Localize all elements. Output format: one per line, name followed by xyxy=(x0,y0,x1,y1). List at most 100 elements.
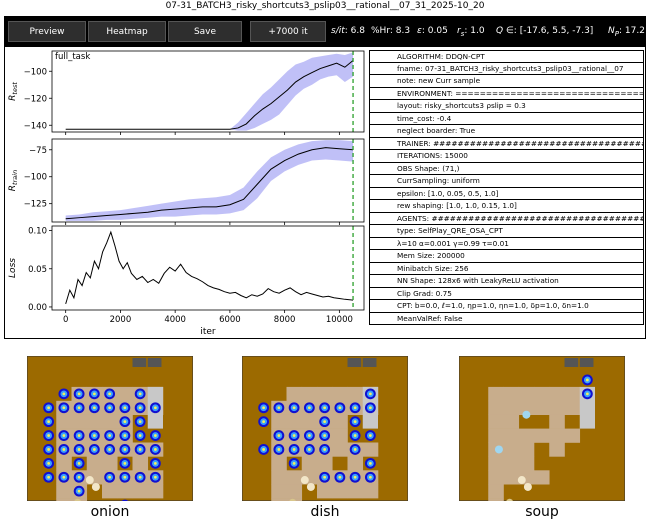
heat-dot-peak xyxy=(47,448,51,451)
floor-tile xyxy=(488,386,504,402)
heat-dot-peak xyxy=(353,420,357,424)
floor-tile xyxy=(347,484,364,499)
config-row: ENVIRONMENT: ===========================… xyxy=(369,87,644,100)
floor-tile xyxy=(564,428,581,443)
heat-dot-peak xyxy=(277,448,281,451)
heat-dot-peak xyxy=(77,475,81,479)
window-title: 07-31_BATCH3_risky_shortcuts3_pslip03__r… xyxy=(165,1,485,11)
grid-onion-heatmap xyxy=(26,355,194,513)
floor-tile xyxy=(317,484,333,499)
caption-onion: onion xyxy=(90,504,130,520)
heat-dot-peak xyxy=(47,420,51,424)
stat-sec-per-it: s/it: 6.8 xyxy=(331,26,365,36)
config-row: OBS Shape: (71,) xyxy=(369,162,644,175)
heat-dot-peak xyxy=(77,448,81,451)
config-row: layout: risky_shortcuts3 ρslip = 0.3 xyxy=(369,100,644,113)
heat-dot-peak xyxy=(292,434,296,437)
floor-tile xyxy=(488,400,504,415)
floor-tile xyxy=(286,414,303,429)
floor-tile xyxy=(86,414,103,429)
heat-dot-peak xyxy=(323,475,327,479)
save-button[interactable]: Save xyxy=(168,21,242,42)
floor-tile xyxy=(332,428,348,443)
x-tick-label: 0 xyxy=(63,315,68,325)
dish-dispenser-icon xyxy=(306,482,315,491)
heat-dot-peak xyxy=(77,461,81,465)
heat-dot-peak xyxy=(262,420,266,424)
y-tick-label: −120 xyxy=(24,94,47,104)
heat-dot-peak xyxy=(123,461,127,465)
floor-tile xyxy=(301,386,318,402)
heat-dot-peak xyxy=(585,378,589,382)
heat-dot-peak xyxy=(92,392,96,396)
heat-dot-peak xyxy=(77,392,81,396)
heat-dot-peak xyxy=(123,448,127,451)
floor-tile xyxy=(564,386,581,402)
heat-dot-peak xyxy=(368,406,372,410)
heat-dot-peak xyxy=(138,392,142,396)
x-tick-label: 10000 xyxy=(326,315,353,325)
floor-tile xyxy=(271,456,287,471)
x-tick-label: 4000 xyxy=(164,315,186,325)
heat-dot-peak xyxy=(338,475,342,479)
heat-dot-peak xyxy=(262,406,266,410)
floor-tile xyxy=(488,428,504,443)
config-row: fname: 07-31_BATCH3_risky_shortcuts3_psl… xyxy=(369,62,644,75)
config-row: Minibatch Size: 256 xyxy=(369,262,644,275)
heat-dot-peak xyxy=(138,406,142,410)
config-row: λ=10 α=0.001 γ=0.99 τ=0.01 xyxy=(369,237,644,250)
heat-dot-peak xyxy=(123,420,127,424)
preview-button[interactable]: Preview xyxy=(8,21,86,42)
floor-tile xyxy=(518,428,535,443)
floor-tile xyxy=(71,414,88,429)
heat-dot-peak xyxy=(47,461,51,465)
heat-dot-peak xyxy=(353,434,357,437)
config-table: ALGORITHM: DDQN-CPT fname: 07-31_BATCH3_r… xyxy=(369,50,644,325)
config-row: Mem Size: 200000 xyxy=(369,250,644,263)
floor-tile xyxy=(86,456,103,471)
floor-tile xyxy=(317,386,333,402)
heat-dot-peak xyxy=(262,448,266,451)
floor-tile xyxy=(503,386,520,402)
floor-tile xyxy=(102,456,118,471)
y-tick-label: −75 xyxy=(29,146,47,156)
heat-dot-peak xyxy=(108,448,112,451)
floor-tile xyxy=(347,456,364,471)
stat-q: Q ∈: [-17.6, 5.5, -7.3] xyxy=(496,26,594,36)
heat-dot-peak xyxy=(138,420,142,424)
y-tick-label: −100 xyxy=(24,173,47,183)
heat-dot-peak xyxy=(108,475,112,479)
train-more-button[interactable]: +7000 it xyxy=(250,21,326,42)
heat-dot-peak xyxy=(123,475,127,479)
heat-dot-peak xyxy=(153,448,157,451)
heat-dot-peak xyxy=(153,475,157,479)
floor-tile xyxy=(56,414,72,429)
y-tick-label: 0.05 xyxy=(28,265,47,275)
heat-dot-peak xyxy=(92,406,96,410)
config-row: AGENTS: ################################… xyxy=(369,212,644,225)
floor-tile xyxy=(534,400,550,415)
heat-dot-peak xyxy=(323,420,327,424)
pot-icon xyxy=(564,358,579,367)
heat-dot-peak xyxy=(277,434,281,437)
floor-tile xyxy=(534,428,550,443)
floor-tile xyxy=(301,414,318,429)
config-row: TRAINER: ###############################… xyxy=(369,137,644,150)
dish-dispenser-icon xyxy=(523,482,532,491)
heatmap-button[interactable]: Heatmap xyxy=(88,21,166,42)
config-row: time_cost: -0.4 xyxy=(369,112,644,125)
floor-tile xyxy=(332,484,348,499)
floor-tile xyxy=(286,470,303,485)
heat-dot-peak xyxy=(138,475,142,479)
heat-dot-peak xyxy=(153,434,157,437)
stat-rs: rs: 1.0 xyxy=(457,26,485,38)
heat-dot-peak xyxy=(353,475,357,479)
floor-tile xyxy=(132,456,149,471)
heat-dot-peak xyxy=(62,392,66,396)
config-row: ALGORITHM: DDQN-CPT xyxy=(369,50,644,63)
heat-dot-peak xyxy=(307,448,311,451)
floor-tile xyxy=(56,498,72,513)
heat-dot-peak xyxy=(77,406,81,410)
heat-dot-peak xyxy=(62,434,66,437)
heat-dot-peak xyxy=(123,406,127,410)
